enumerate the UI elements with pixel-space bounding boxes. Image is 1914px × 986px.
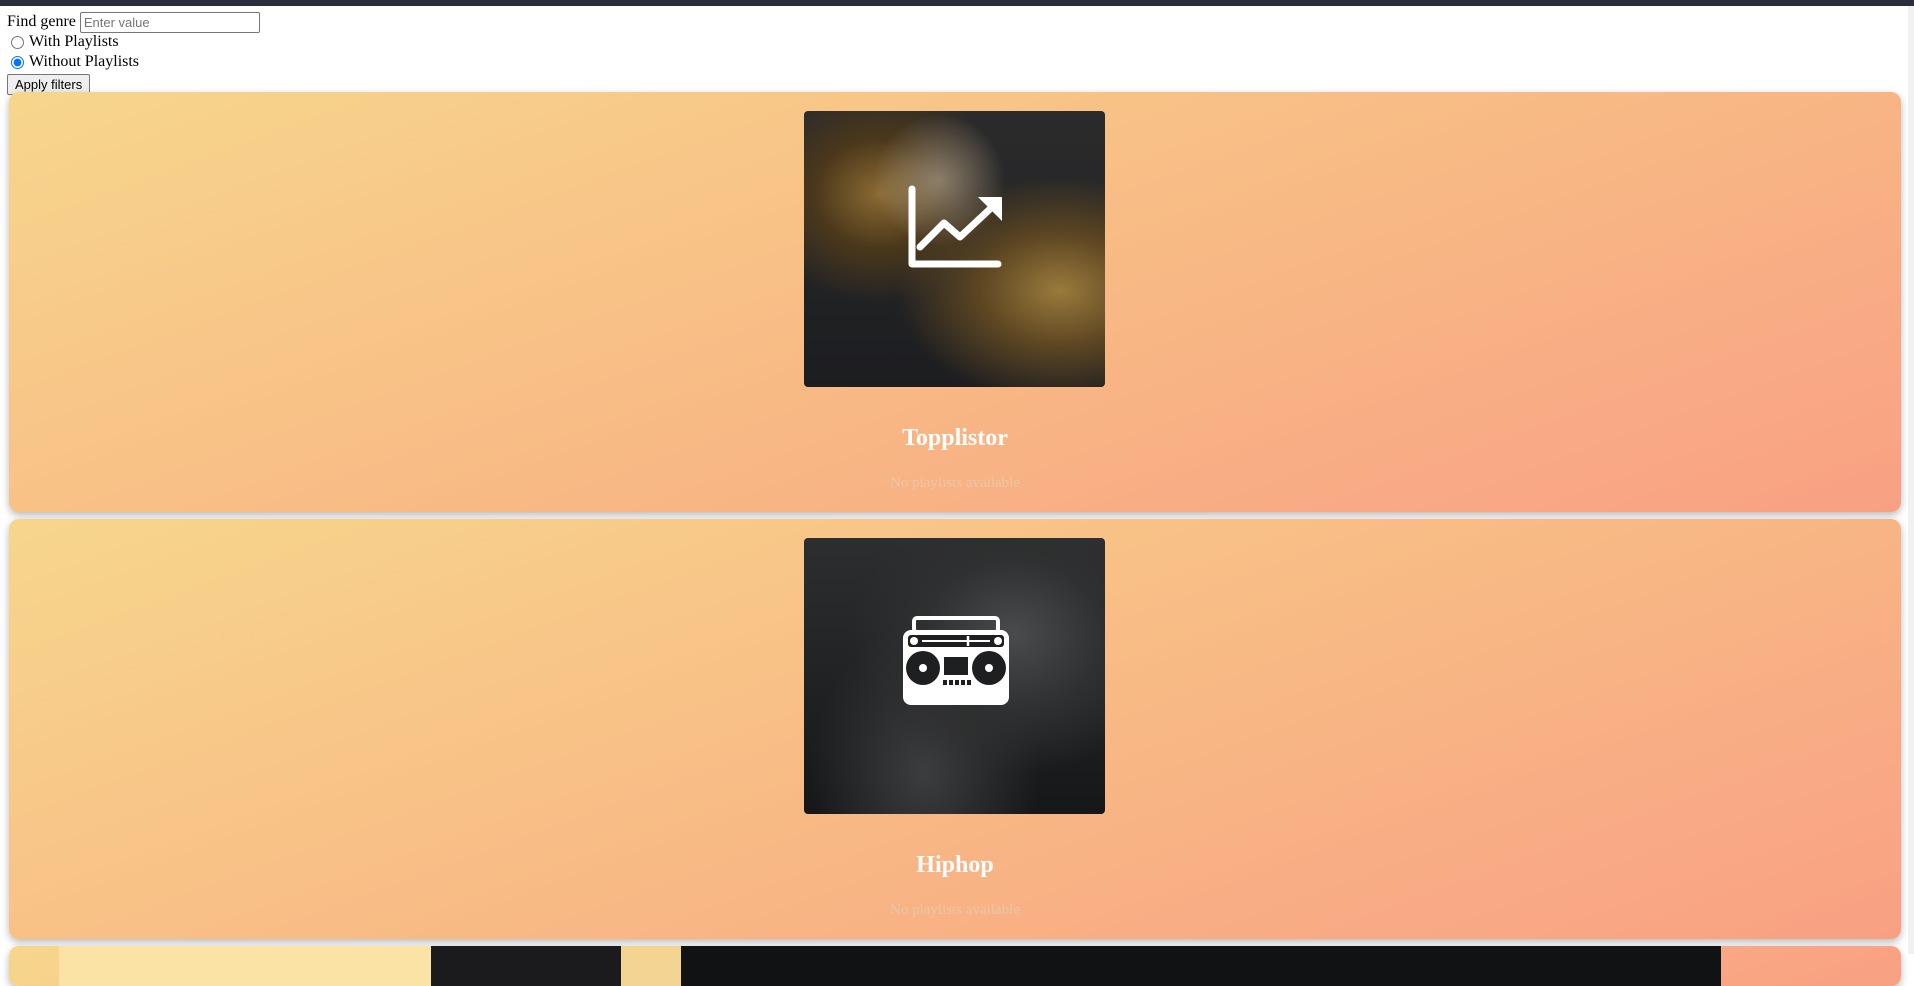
genre-card-hiphop[interactable]: Hiphop No playlists available [9,519,1901,939]
genre-image-strip [681,946,1721,986]
boombox-icon [903,616,1009,705]
with-playlists-label: With Playlists [29,33,119,50]
find-genre-row: Find genre [7,11,260,33]
genre-image-topplistor [804,111,1105,387]
genre-title: Hiphop [916,852,994,878]
genre-card-topplistor[interactable]: Topplistor No playlists available [9,92,1901,512]
genre-title: Topplistor [902,425,1008,451]
with-playlists-row: With Playlists [7,32,260,52]
trending-up-icon [908,185,1002,268]
without-playlists-row: Without Playlists [7,52,260,72]
genre-card-partial[interactable] [9,946,1901,986]
with-playlists-option[interactable]: With Playlists [7,32,119,52]
genre-image-hiphop [804,538,1105,814]
filter-panel: Find genre With Playlists Without Playli… [7,11,260,95]
browser-top-bar [0,0,1914,6]
vertical-scrollbar[interactable] [1908,6,1914,954]
without-playlists-label: Without Playlists [29,53,140,70]
genre-empty-note: No playlists available [890,475,1020,491]
with-playlists-radio[interactable] [11,35,24,49]
genre-image-strip [431,946,621,986]
genre-image-strip [59,946,431,986]
genre-empty-note: No playlists available [890,902,1020,918]
genre-image-strip [621,946,681,986]
without-playlists-option[interactable]: Without Playlists [7,52,139,72]
genre-search-input[interactable] [79,11,260,33]
without-playlists-radio[interactable] [11,55,24,69]
find-genre-label: Find genre [7,13,76,30]
